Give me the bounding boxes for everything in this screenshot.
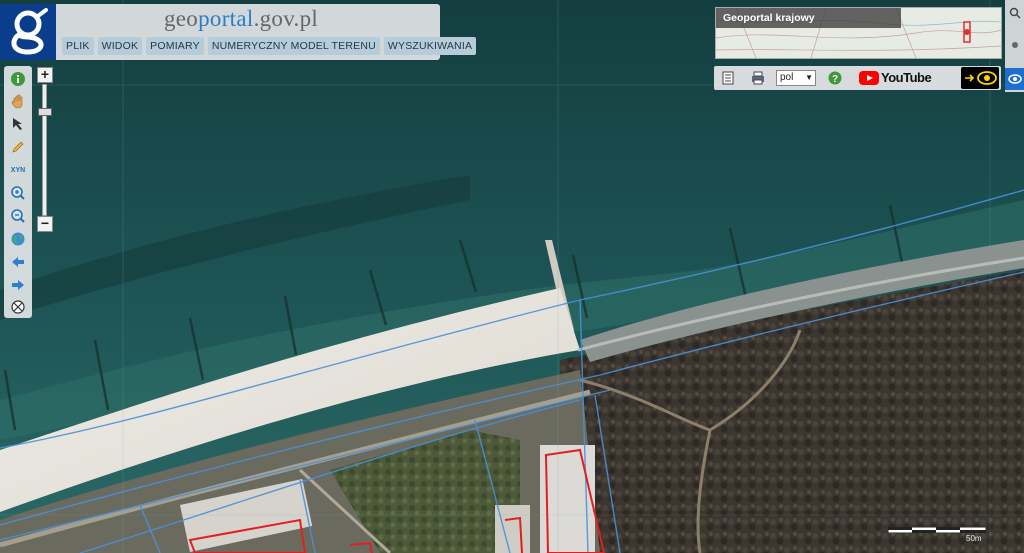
zoom-in-button[interactable]: + bbox=[37, 67, 53, 83]
menu-widok[interactable]: WIDOK bbox=[97, 37, 143, 55]
chevron-down-icon: ▼ bbox=[805, 73, 813, 82]
menu-numeryczny-model-terenu[interactable]: NUMERYCZNY MODEL TERENU bbox=[207, 37, 380, 55]
header: geoportal.gov.pl PLIK WIDOK POMIARY NUME… bbox=[0, 4, 477, 60]
back-arrow-icon[interactable] bbox=[8, 252, 28, 272]
info-icon[interactable] bbox=[8, 69, 28, 89]
menu-wyszukiwania[interactable]: WYSZUKIWANIA bbox=[383, 37, 477, 55]
printer-icon[interactable] bbox=[750, 71, 766, 90]
overview-map[interactable]: Geoportal krajowy bbox=[715, 7, 1002, 59]
youtube-icon bbox=[859, 70, 879, 85]
geoportal-logo[interactable] bbox=[0, 4, 56, 60]
title-prefix: geo bbox=[164, 6, 199, 31]
xyz-coordinates-icon[interactable]: XYN bbox=[8, 160, 28, 180]
title-suffix: .gov.pl bbox=[253, 6, 319, 31]
youtube-label: YouTube bbox=[881, 70, 932, 85]
dot-icon[interactable] bbox=[1009, 38, 1021, 56]
accessibility-button[interactable] bbox=[961, 67, 999, 89]
globe-icon[interactable] bbox=[8, 229, 28, 249]
scale-label: 50m bbox=[966, 534, 982, 543]
site-title[interactable]: geoportal.gov.pl bbox=[164, 6, 318, 32]
pencil-icon[interactable] bbox=[8, 137, 28, 157]
zoom-out-icon[interactable] bbox=[8, 206, 28, 226]
language-value: pol bbox=[780, 72, 794, 83]
top-toolbar: pol ▼ ? YouTube bbox=[714, 66, 1001, 90]
forward-arrow-icon[interactable] bbox=[8, 275, 28, 295]
overview-label: Geoportal krajowy bbox=[716, 8, 901, 28]
zoom-slider-track[interactable] bbox=[42, 84, 47, 216]
help-icon[interactable]: ? bbox=[828, 71, 842, 90]
menu-pomiary[interactable]: POMIARY bbox=[146, 37, 204, 55]
eye-icon bbox=[965, 71, 997, 85]
tool-panel: XYN bbox=[4, 66, 32, 318]
menu-plik[interactable]: PLIK bbox=[62, 37, 94, 55]
eye-toggle-icon[interactable] bbox=[1005, 68, 1024, 95]
pan-hand-icon[interactable] bbox=[8, 91, 28, 111]
zoom-in-icon[interactable] bbox=[8, 183, 28, 203]
xyz-label: XYN bbox=[10, 166, 26, 174]
main-menu: PLIK WIDOK POMIARY NUMERYCZNY MODEL TERE… bbox=[62, 37, 477, 55]
select-arrow-icon[interactable] bbox=[8, 114, 28, 134]
language-select[interactable]: pol ▼ bbox=[776, 70, 816, 86]
right-edge-panel bbox=[1005, 0, 1024, 92]
svg-text:?: ? bbox=[832, 74, 838, 85]
title-accent: portal bbox=[198, 6, 254, 31]
zoom-slider-handle[interactable] bbox=[38, 108, 52, 117]
header-bar: geoportal.gov.pl PLIK WIDOK POMIARY NUME… bbox=[56, 4, 477, 60]
compass-icon[interactable] bbox=[8, 297, 28, 317]
youtube-link[interactable]: YouTube bbox=[859, 70, 932, 85]
search-icon[interactable] bbox=[1009, 6, 1021, 24]
document-icon[interactable] bbox=[721, 71, 735, 90]
zoom-out-button[interactable]: − bbox=[37, 216, 53, 232]
scale-bar bbox=[888, 527, 986, 533]
